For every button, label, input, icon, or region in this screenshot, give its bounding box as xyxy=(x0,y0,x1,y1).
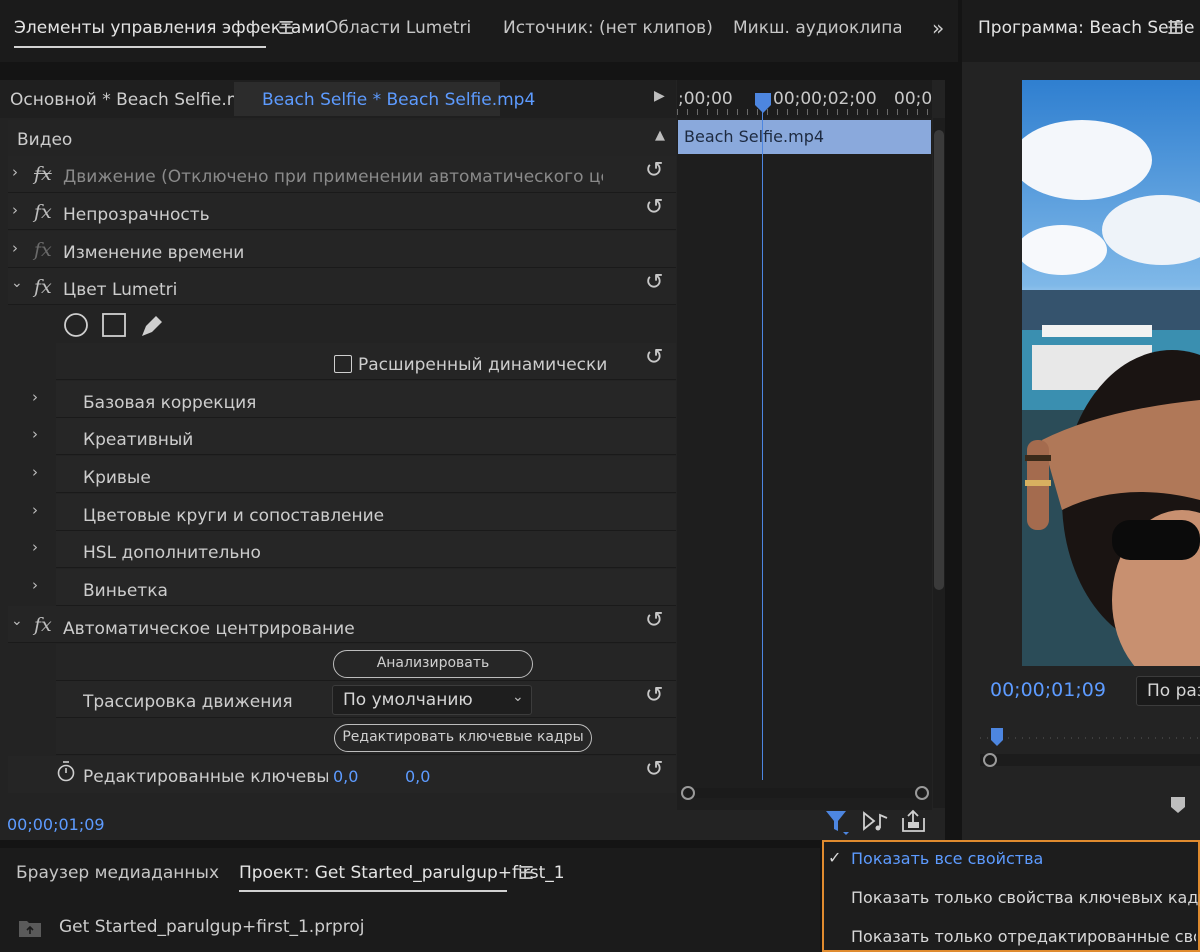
motion-tracking-dropdown[interactable]: По умолчанию xyxy=(332,685,532,715)
collapse-up-icon[interactable]: ▲ xyxy=(655,128,665,143)
expand-chevron-icon[interactable]: › xyxy=(12,239,18,257)
video-section-header xyxy=(8,120,676,156)
master-clip-tab[interactable]: Основной * Beach Selfie.mp4 xyxy=(10,90,265,110)
lumetri-vignette: Виньетка xyxy=(83,581,168,601)
effect-lumetri-label: Цвет Lumetri xyxy=(63,280,178,300)
reset-icon[interactable]: ↺ xyxy=(645,345,663,370)
reset-icon[interactable]: ↺ xyxy=(645,757,663,782)
fx-icon[interactable]: fx xyxy=(34,276,52,298)
reset-icon[interactable]: ↺ xyxy=(645,683,663,708)
collapse-chevron-icon[interactable]: ⌄ xyxy=(11,613,23,629)
tab-source[interactable]: Источник: (нет клипов) xyxy=(503,18,713,38)
tab-lumetri-scopes[interactable]: Области Lumetri xyxy=(325,18,471,38)
expand-chevron-icon[interactable]: › xyxy=(12,201,18,219)
project-menu-icon[interactable]: ☰ xyxy=(518,863,534,884)
edited-keyframes-label: Редактированные ключевые ка... xyxy=(83,767,328,787)
hdr-checkbox[interactable] xyxy=(334,355,352,373)
effect-controls-timeline[interactable] xyxy=(677,80,932,810)
vertical-scrollbar-thumb[interactable] xyxy=(934,130,944,590)
ruler-ticks xyxy=(677,109,932,115)
zoom-scrollbar[interactable] xyxy=(678,782,932,804)
expand-chevron-icon[interactable]: › xyxy=(32,463,38,481)
reset-icon[interactable]: ↺ xyxy=(645,270,663,295)
video-section-label: Видео xyxy=(17,130,73,150)
lumetri-creative: Креативный xyxy=(83,430,194,450)
menu-item-show-edited[interactable]: Показать только отредактированные свойст… xyxy=(851,927,1196,946)
effect-controls-timecode[interactable]: 00;00;01;09 xyxy=(7,815,105,834)
project-file-path: Get Started_parulgup+first_1.prproj xyxy=(59,917,365,937)
lumetri-curves: Кривые xyxy=(83,468,151,488)
play-triangle-icon[interactable]: ▶ xyxy=(654,88,665,104)
effect-time-remap-label: Изменение времени xyxy=(63,243,245,263)
chevron-down-icon[interactable]: ⌄ xyxy=(512,689,524,705)
expand-chevron-icon[interactable]: › xyxy=(32,538,38,556)
export-frame-icon[interactable] xyxy=(900,808,928,834)
overflow-tabs-icon[interactable]: » xyxy=(932,16,944,40)
effect-opacity-label: Непрозрачность xyxy=(63,205,210,225)
sequence-clip-tab[interactable]: Beach Selfie * Beach Selfie.mp4 xyxy=(262,90,535,110)
stopwatch-icon[interactable] xyxy=(56,760,76,782)
motion-tracking-label: Трассировка движения xyxy=(83,692,293,712)
loop-audio-icon[interactable] xyxy=(862,810,890,834)
filter-icon[interactable] xyxy=(824,808,852,838)
program-video-frame[interactable] xyxy=(1022,80,1200,666)
checkmark-icon: ✓ xyxy=(828,848,842,867)
edited-keyframes-y-value[interactable]: 0,0 xyxy=(405,767,430,786)
program-mini-timeline[interactable] xyxy=(980,724,1200,768)
fit-dropdown[interactable]: По разм xyxy=(1136,676,1200,706)
expand-chevron-icon[interactable]: › xyxy=(12,163,18,181)
program-menu-icon[interactable]: ☰ xyxy=(1167,18,1183,39)
reset-icon[interactable]: ↺ xyxy=(645,158,663,183)
program-monitor-title[interactable]: Программа: Beach Selfie xyxy=(978,18,1195,38)
active-tab-underline xyxy=(14,46,266,48)
fx-icon[interactable]: fx xyxy=(34,614,52,636)
edit-keyframes-button[interactable]: Редактировать ключевые кадры xyxy=(334,724,592,752)
menu-item-show-keyframed[interactable]: Показать только свойства ключевых кадров xyxy=(851,888,1200,907)
expand-chevron-icon[interactable]: › xyxy=(32,501,38,519)
expand-chevron-icon[interactable]: › xyxy=(32,388,38,406)
timeline-clip[interactable]: Beach Selfie.mp4 xyxy=(678,120,931,154)
menu-item-show-all[interactable]: Показать все свойства xyxy=(851,849,1043,868)
playhead-handle[interactable] xyxy=(754,92,772,114)
ellipse-mask-icon xyxy=(64,313,88,337)
fx-icon: fx xyxy=(34,239,52,261)
active-tab-underline xyxy=(239,890,507,892)
expand-chevron-icon[interactable]: › xyxy=(32,425,38,443)
mask-tools xyxy=(64,313,162,337)
folder-up-icon[interactable] xyxy=(18,918,42,938)
lumetri-hsl-secondary: HSL дополнительно xyxy=(83,543,261,563)
effect-controls-status-bar xyxy=(0,810,945,840)
tab-project[interactable]: Проект: Get Started_parulgup+first_1 xyxy=(239,863,565,883)
effect-motion-label: Движение (Отключено при применении автом… xyxy=(63,167,603,187)
playhead-line xyxy=(762,100,763,780)
beach-selfie-image xyxy=(1022,80,1200,666)
marker-icon[interactable] xyxy=(1170,796,1186,814)
lumetri-basic-correction: Базовая коррекция xyxy=(83,393,257,413)
analyze-button[interactable]: Анализировать xyxy=(333,650,533,678)
fx-icon[interactable]: fx xyxy=(34,163,52,185)
lumetri-color-wheels: Цветовые круги и сопоставление xyxy=(83,506,385,526)
panel-menu-icon[interactable]: ☰ xyxy=(278,18,294,39)
fx-icon[interactable]: fx xyxy=(34,201,52,223)
edited-keyframes-x-value[interactable]: 0,0 xyxy=(333,767,358,786)
program-timecode[interactable]: 00;00;01;09 xyxy=(990,679,1106,701)
rectangle-mask-icon xyxy=(102,313,126,337)
collapse-chevron-icon[interactable]: ⌄ xyxy=(11,275,23,291)
effect-auto-reframe-label: Автоматическое центрирование xyxy=(63,619,355,639)
pen-mask-icon xyxy=(142,316,162,336)
reset-icon[interactable]: ↺ xyxy=(645,195,663,220)
reset-icon[interactable]: ↺ xyxy=(645,608,663,633)
tab-audio-clip-mixer[interactable]: Микш. аудиоклипа: Be xyxy=(733,18,901,38)
expand-chevron-icon[interactable]: › xyxy=(32,576,38,594)
hdr-checkbox-label: Расширенный динамический ди... xyxy=(358,355,608,375)
tab-media-browser[interactable]: Браузер медиаданных xyxy=(16,863,219,883)
